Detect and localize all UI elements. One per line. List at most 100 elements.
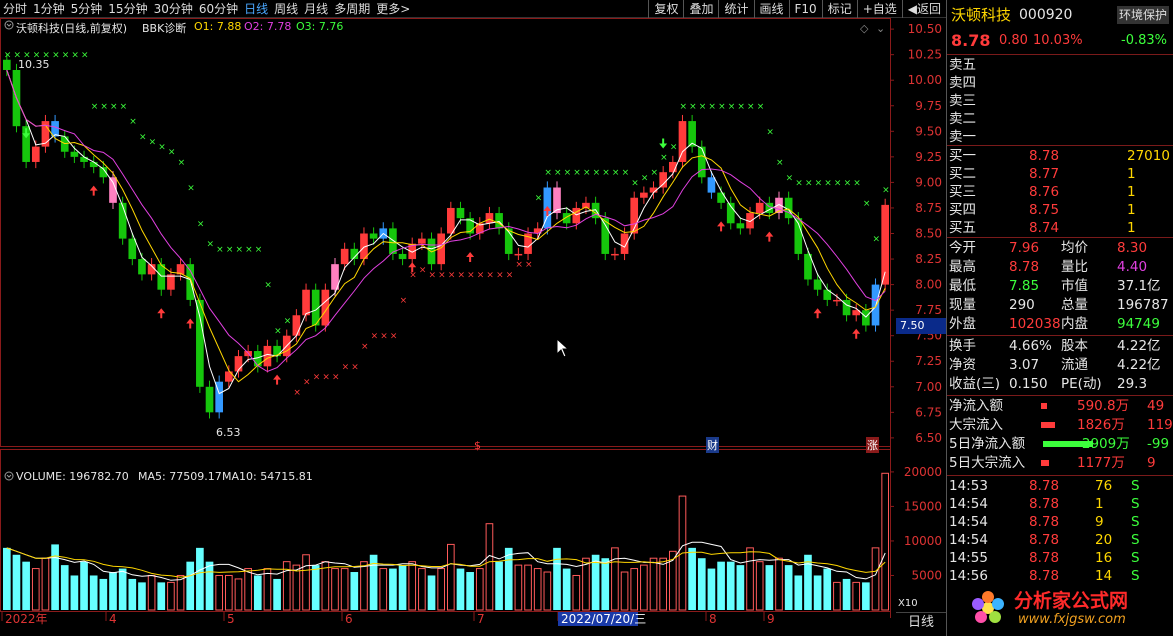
ask-row[interactable]: 卖二	[947, 110, 1173, 129]
stat-value: 4.40	[1117, 259, 1148, 275]
support-dot: ×	[429, 270, 437, 280]
chart-tools: 复权 叠加 统计 画线 F10 标记 +自选 ◀返回	[648, 0, 946, 18]
volume-bar	[176, 574, 185, 611]
tool-button-1[interactable]: 叠加	[683, 0, 718, 18]
support-dot: ×	[448, 270, 456, 280]
volume-bar	[881, 472, 890, 611]
sector-pct: -0.83%	[1121, 33, 1167, 48]
period-tab-8[interactable]: 月线	[301, 0, 331, 18]
tool-button-2[interactable]: 统计	[718, 0, 753, 18]
tool-button-6[interactable]: +自选	[856, 0, 902, 18]
volume-bar	[524, 564, 532, 611]
buy-arrow-icon	[852, 328, 861, 339]
limit-up-marker[interactable]: 涨	[866, 437, 879, 453]
volume-bar	[514, 564, 523, 611]
period-tab-4[interactable]: 30分钟	[151, 0, 196, 18]
period-tab-9[interactable]: 多周期	[331, 0, 373, 18]
fund-flow-row[interactable]: 5日大宗流入 1177万 9	[947, 454, 1173, 473]
candle-body	[611, 253, 619, 256]
buy-arrow-icon	[157, 308, 166, 319]
date-axis-label: 4	[109, 612, 117, 626]
bid-row[interactable]: 买四 8.75 1	[947, 201, 1173, 220]
candle-body	[205, 386, 214, 413]
period-tab-3[interactable]: 15分钟	[105, 0, 150, 18]
resistance-dot: ×	[815, 178, 823, 188]
bid-row[interactable]: 买一 8.78 27010	[947, 147, 1173, 166]
tick-row[interactable]: 14:54 8.78 1 S	[947, 495, 1173, 514]
tick-row[interactable]: 14:55 8.78 16 S	[947, 549, 1173, 568]
volume-bar	[688, 547, 696, 610]
stat-row[interactable]: 最低 7.85 市值 37.1亿	[947, 277, 1173, 296]
tool-button-3[interactable]: 画线	[753, 0, 789, 18]
kline-chart[interactable]: 10.50 10.25 10.00 9.75 9.50 9.25 9.00 8.75 8.50 8…	[0, 18, 946, 636]
candle-body	[447, 207, 455, 234]
settings-icon[interactable]	[4, 20, 14, 33]
period-label[interactable]: 日线	[896, 612, 946, 632]
finance-row[interactable]: 净资 3.07 流通 4.22亿	[947, 356, 1173, 375]
finance-row[interactable]: 收益(三) 0.150 PE(动) 29.3	[947, 375, 1173, 394]
bid-price: 8.74	[1029, 220, 1060, 236]
tick-row[interactable]: 14:53 8.78 76 S	[947, 477, 1173, 496]
period-tabs: 分时 1分钟 5分钟 15分钟 30分钟 60分钟 日线 周线 月线 多周期 更多>	[0, 0, 413, 18]
fund-flow-row[interactable]: 大宗流入 1826万 119	[947, 416, 1173, 435]
period-tab-2[interactable]: 5分钟	[68, 0, 106, 18]
price-pane-frame	[0, 18, 891, 447]
kline-chart-area[interactable]: 10.50 10.25 10.00 9.75 9.50 9.25 9.00 8.75 8.50 8…	[0, 18, 946, 636]
period-tab-1[interactable]: 1分钟	[30, 0, 68, 18]
stat-row[interactable]: 今开 7.96 均价 8.30	[947, 239, 1173, 258]
volume-bar	[147, 574, 156, 611]
period-tab-7[interactable]: 周线	[271, 0, 301, 18]
diamond-icon[interactable]: ◇	[860, 22, 868, 35]
dividend-marker[interactable]: $	[474, 439, 481, 452]
price-axis-label: 6.50	[915, 431, 942, 445]
candle-body	[495, 213, 503, 229]
bid-row[interactable]: 买三 8.76 1	[947, 183, 1173, 202]
fund-flow-row[interactable]: 净流入额 590.8万 49	[947, 397, 1173, 416]
tick-row[interactable]: 14:54 8.78 9 S	[947, 513, 1173, 532]
indicator-name[interactable]: BBK诊断	[142, 20, 186, 36]
volume-axis-label: 15000	[904, 499, 942, 513]
finance-value: 4.66%	[1009, 338, 1052, 354]
volume-bar	[562, 568, 571, 610]
ask-row[interactable]: 卖三	[947, 92, 1173, 111]
tool-button-5[interactable]: 标记	[821, 0, 857, 18]
finance-row[interactable]: 换手 4.66% 股本 4.22亿	[947, 337, 1173, 356]
period-tab-5[interactable]: 60分钟	[196, 0, 241, 18]
tick-row[interactable]: 14:54 8.78 20 S	[947, 531, 1173, 550]
date-axis-label: 7	[477, 612, 485, 626]
tool-button-4[interactable]: F10	[788, 0, 822, 18]
volume-bar	[611, 547, 619, 611]
resistance-dot: ×	[757, 102, 765, 112]
ask-row[interactable]: 卖五	[947, 56, 1173, 75]
tool-button-7[interactable]: ◀返回	[901, 0, 946, 18]
volume-bar	[804, 554, 812, 610]
volume-bar	[263, 568, 272, 611]
period-tab-0[interactable]: 分时	[0, 0, 30, 18]
bid-row[interactable]: 买二 8.77 1	[947, 165, 1173, 184]
finance-marker[interactable]: 财	[706, 437, 719, 453]
period-tab-10[interactable]: 更多>	[373, 0, 413, 18]
stat-row[interactable]: 外盘 102038 内盘 94749	[947, 315, 1173, 334]
resistance-dot: ×	[708, 102, 716, 112]
tool-button-0[interactable]: 复权	[648, 0, 683, 18]
stat-value: 7.96	[1009, 240, 1040, 256]
volume-settings-icon[interactable]	[4, 471, 14, 484]
ask-row[interactable]: 卖四	[947, 74, 1173, 93]
chevron-down-icon[interactable]: ⌄	[876, 22, 885, 35]
volume-bar	[205, 561, 214, 610]
volume-bar	[292, 564, 301, 611]
bid-row[interactable]: 买五 8.74 1	[947, 219, 1173, 238]
volume-bar	[244, 568, 252, 611]
volume-bar	[31, 568, 40, 611]
volume-bar	[697, 558, 706, 610]
support-dot: ×	[506, 270, 514, 280]
stat-row[interactable]: 现量 290 总量 196787	[947, 296, 1173, 315]
sector-tag[interactable]: 环境保护	[1117, 6, 1170, 24]
period-tab-6[interactable]: 日线	[241, 0, 271, 18]
stat-value: 37.1亿	[1117, 278, 1161, 294]
resistance-dot: ×	[670, 143, 678, 153]
resistance-dot: ×	[226, 245, 234, 255]
flow-bar	[1043, 441, 1093, 447]
candle-body	[755, 202, 764, 214]
stat-row[interactable]: 最高 8.78 量比 4.40	[947, 258, 1173, 277]
